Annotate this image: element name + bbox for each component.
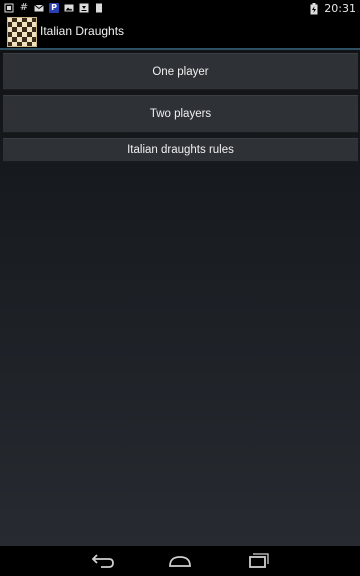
photo-notification-icon [64, 3, 74, 13]
rules-button[interactable]: Italian draughts rules [3, 138, 358, 162]
one-player-label: One player [152, 65, 209, 78]
notification-icons: # P [4, 2, 104, 14]
app-title: Italian Draughts [40, 24, 125, 38]
screen: # P 20:31 Italian Draughts One player Tw… [0, 0, 360, 576]
recent-apps-icon[interactable] [243, 551, 271, 571]
main-content: One player Two players Italian draughts … [0, 50, 360, 546]
two-players-label: Two players [149, 108, 212, 120]
sd-card-notification-icon [94, 3, 104, 13]
back-icon[interactable] [89, 551, 117, 571]
one-player-button[interactable]: One player [3, 53, 358, 90]
rules-label: Italian draughts rules [127, 144, 234, 156]
download-notification-icon [79, 3, 89, 13]
screenshot-notification-icon [4, 3, 14, 13]
mail-notification-icon [34, 3, 44, 13]
system-status: 20:31 [309, 1, 356, 15]
status-bar: # P 20:31 [0, 0, 360, 16]
two-players-button[interactable]: Two players [3, 95, 358, 133]
action-bar: Italian Draughts [0, 16, 360, 48]
p-notification-icon: P [49, 3, 59, 13]
checkerboard-app-icon[interactable] [7, 17, 37, 47]
clock: 20:31 [324, 1, 356, 15]
hash-notification-icon: # [19, 2, 29, 13]
home-icon[interactable] [166, 551, 194, 571]
battery-charging-icon [309, 3, 319, 15]
navigation-bar [0, 546, 360, 576]
